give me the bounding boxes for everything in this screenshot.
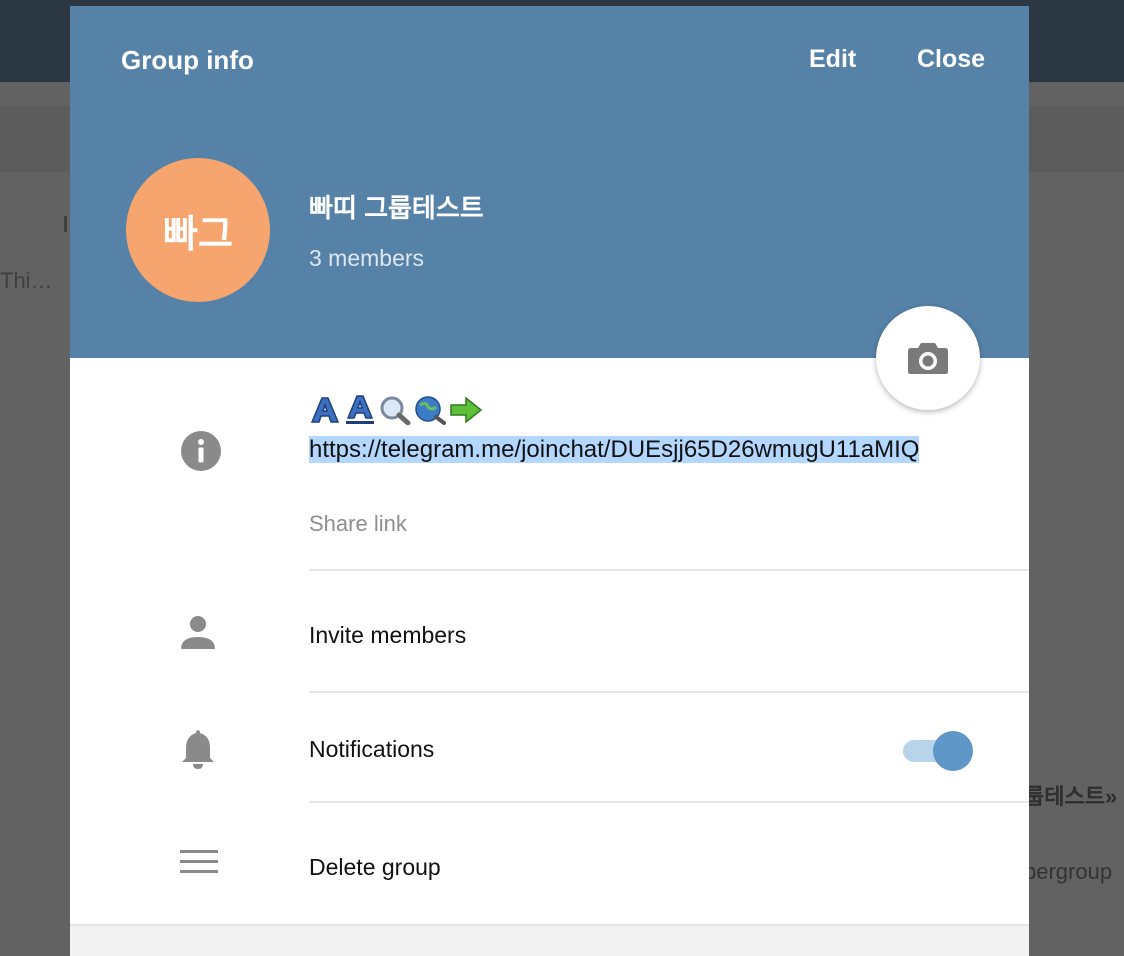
change-photo-button[interactable]: [876, 306, 980, 410]
bell-icon: [180, 728, 216, 770]
edit-button[interactable]: Edit: [809, 45, 856, 74]
background-message-title: 룹테스트»: [1024, 784, 1118, 809]
modal-title: Group info: [121, 45, 254, 75]
avatar-initials: 빠그: [163, 213, 233, 256]
group-info-modal: Group info Edit Close 빠그 빠띠 그룹테스트 3 memb…: [70, 6, 1029, 956]
divider: [309, 569, 1029, 571]
font-a-underline-icon[interactable]: [344, 395, 376, 425]
menu-icon: [180, 849, 218, 875]
magnifier-icon[interactable]: [379, 395, 411, 425]
divider: [309, 801, 1029, 803]
background-chat-snippet: Thi…: [0, 268, 53, 293]
green-arrow-icon[interactable]: [449, 395, 483, 425]
share-link-button[interactable]: Share link: [309, 511, 407, 537]
group-name: 빠띠 그룹테스트: [309, 193, 484, 223]
camera-icon: [908, 343, 948, 374]
modal-header: Group info Edit Close 빠그 빠띠 그룹테스트 3 memb…: [70, 6, 1029, 358]
invite-members-button[interactable]: Invite members: [309, 622, 466, 649]
delete-group-button[interactable]: Delete group: [309, 854, 441, 881]
globe-search-icon[interactable]: [414, 395, 446, 425]
invite-link[interactable]: https://telegram.me/joinchat/DUEsjj65D26…: [309, 432, 979, 468]
notifications-label: Notifications: [309, 736, 435, 762]
notifications-toggle[interactable]: [901, 729, 975, 771]
browser-extension-icons: [309, 395, 483, 425]
background-message-text: pergroup: [1024, 859, 1113, 884]
member-count[interactable]: 3 members: [309, 245, 424, 272]
toggle-knob: [933, 731, 973, 771]
font-a-icon[interactable]: [309, 395, 341, 425]
person-icon: [180, 615, 216, 651]
group-avatar[interactable]: 빠그: [126, 158, 270, 302]
divider: [309, 691, 1029, 693]
info-icon: [180, 430, 222, 472]
modal-footer: [70, 924, 1029, 956]
close-button[interactable]: Close: [917, 45, 985, 74]
invite-link-text: https://telegram.me/joinchat/DUEsjj65D26…: [309, 436, 920, 463]
